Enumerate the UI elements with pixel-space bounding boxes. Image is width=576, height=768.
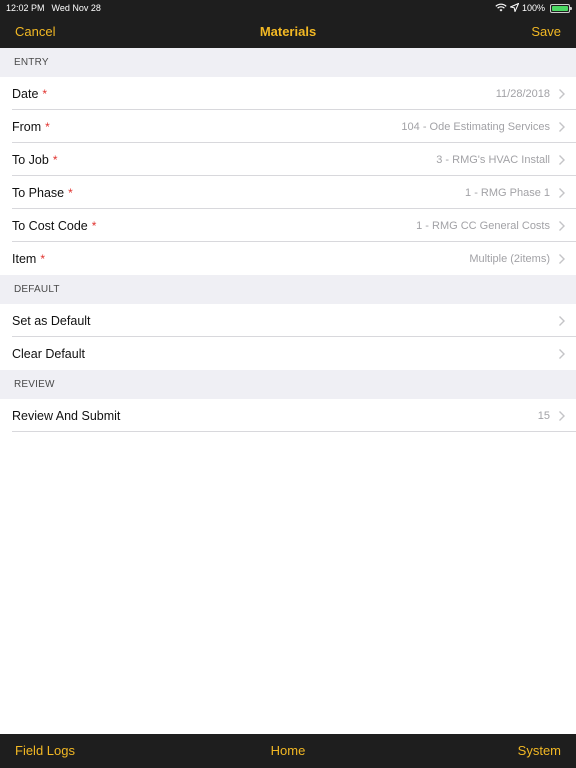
- chevron-right-icon: [558, 187, 566, 199]
- status-right: 100%: [495, 2, 572, 14]
- location-arrow-icon: [508, 2, 520, 14]
- status-date: Wed Nov 28: [51, 3, 101, 13]
- materials-screen: 12:02 PM Wed Nov 28 100% Cancel Material…: [0, 0, 576, 768]
- battery-percent: 100%: [521, 3, 545, 13]
- status-bar: 12:02 PM Wed Nov 28 100%: [0, 0, 576, 16]
- row-value: 1 - RMG Phase 1: [465, 186, 550, 199]
- content: ENTRY Date * 11/28/2018 From * 104 - Ode…: [0, 48, 576, 432]
- required-marker: *: [45, 119, 50, 134]
- row-value: Multiple (2items): [469, 252, 550, 265]
- row-label: Set as Default: [12, 313, 91, 328]
- row-value: 15: [537, 409, 550, 422]
- required-marker: *: [52, 152, 58, 167]
- row-label: To Phase: [12, 185, 65, 200]
- row-value: 1 - RMG CC General Costs: [416, 219, 550, 232]
- row-to-cost-code[interactable]: To Cost Code * 1 - RMG CC General Costs: [0, 209, 576, 242]
- row-label: Date: [12, 86, 39, 101]
- row-value: 11/28/2018: [495, 87, 550, 100]
- row-value: 104 - Ode Estimating Services: [401, 120, 550, 133]
- required-marker: *: [91, 218, 97, 233]
- row-label: Review And Submit: [12, 408, 121, 423]
- row-review-and-submit[interactable]: Review And Submit 15: [0, 399, 576, 432]
- status-time: 12:02 PM: [6, 3, 45, 13]
- section-header-default: DEFAULT: [0, 275, 576, 304]
- system-button[interactable]: System: [518, 734, 561, 768]
- chevron-right-icon: [558, 315, 566, 327]
- row-to-phase[interactable]: To Phase * 1 - RMG Phase 1: [0, 176, 576, 209]
- row-separator: [12, 431, 576, 432]
- row-to-job[interactable]: To Job * 3 - RMG's HVAC Install: [0, 143, 576, 176]
- row-label: To Cost Code: [12, 218, 88, 233]
- chevron-right-icon: [558, 253, 566, 265]
- home-button[interactable]: Home: [0, 734, 576, 768]
- chevron-right-icon: [558, 348, 566, 360]
- row-label: Item: [12, 251, 37, 266]
- required-marker: *: [40, 251, 45, 266]
- chevron-right-icon: [558, 220, 566, 232]
- section-header-review: REVIEW: [0, 370, 576, 399]
- row-item[interactable]: Item * Multiple (2items): [0, 242, 576, 275]
- row-label: Clear Default: [12, 346, 85, 361]
- required-marker: *: [42, 86, 48, 101]
- row-clear-default[interactable]: Clear Default: [0, 337, 576, 370]
- bottom-toolbar: Field Logs Home System: [0, 734, 576, 768]
- row-value: 3 - RMG's HVAC Install: [436, 153, 550, 166]
- row-set-as-default[interactable]: Set as Default: [0, 304, 576, 337]
- page-title: Materials: [259, 24, 317, 39]
- required-marker: *: [68, 185, 73, 200]
- wifi-icon: [495, 3, 507, 14]
- chevron-right-icon: [558, 88, 566, 100]
- status-left: 12:02 PM Wed Nov 28: [6, 3, 101, 13]
- save-button[interactable]: Save: [531, 16, 561, 48]
- battery-charging-icon: [550, 3, 572, 13]
- navigation-bar: Cancel Materials Save: [0, 16, 576, 48]
- chevron-right-icon: [558, 154, 566, 166]
- row-from[interactable]: From * 104 - Ode Estimating Services: [0, 110, 576, 143]
- chevron-right-icon: [558, 410, 566, 422]
- row-label: To Job: [12, 152, 49, 167]
- section-header-entry: ENTRY: [0, 48, 576, 77]
- chevron-right-icon: [558, 121, 566, 133]
- row-label: From: [12, 119, 42, 134]
- row-date[interactable]: Date * 11/28/2018: [0, 77, 576, 110]
